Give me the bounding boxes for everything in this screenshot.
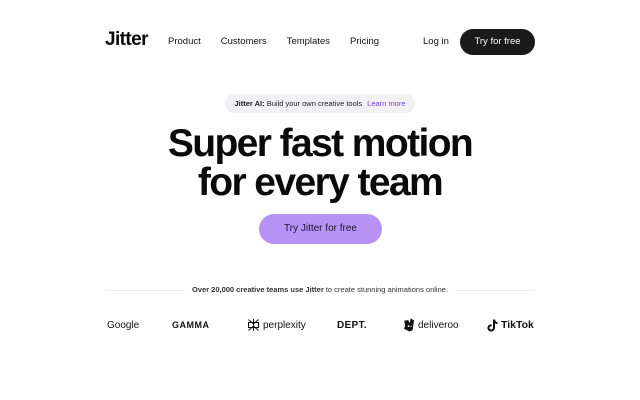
nav-item-templates[interactable]: Templates — [287, 36, 330, 48]
customer-logos: Google GAMMA perplexity DEPT. deliveroo … — [0, 314, 640, 336]
dept-logo: DEPT. — [337, 314, 367, 336]
tiktok-logo-text: TikTok — [501, 319, 534, 331]
hero-headline-line-1: Super fast motion — [167, 122, 474, 165]
login-link[interactable]: Log in — [423, 36, 449, 48]
tiktok-logo: TikTok — [487, 314, 534, 336]
nav-item-product[interactable]: Product — [168, 36, 201, 48]
gamma-logo-text: GAMMA — [172, 320, 210, 330]
hero-headline-line-2: for every team — [197, 161, 444, 204]
gamma-logo: GAMMA — [172, 314, 210, 336]
deliveroo-logo-text: deliveroo — [418, 319, 459, 331]
perplexity-logo-text: perplexity — [263, 319, 306, 331]
announcement-bold: Jitter AI: — [234, 99, 265, 108]
perplexity-logo: perplexity — [247, 314, 306, 336]
top-navigation: Jitter Product Customers Templates Prici… — [0, 0, 640, 84]
nav-menu: Product Customers Templates Pricing — [168, 36, 379, 48]
nav-item-pricing[interactable]: Pricing — [350, 36, 379, 48]
jitter-logo[interactable]: Jitter — [105, 29, 148, 51]
social-proof-bold: Over 20,000 creative teams use Jitter — [191, 285, 324, 294]
dept-logo-text: DEPT. — [337, 319, 367, 331]
google-logo-text: Google — [107, 319, 140, 331]
social-proof-text: Over 20,000 creative teams use Jitter to… — [0, 285, 640, 295]
announcement-pill[interactable]: Jitter AI: Build your own creative tools… — [225, 94, 415, 113]
try-for-free-button[interactable]: Try for free — [460, 29, 535, 55]
deliveroo-icon — [403, 318, 414, 332]
tiktok-icon — [487, 319, 498, 331]
perplexity-icon — [248, 319, 259, 331]
announcement-body: Build your own creative tools — [266, 99, 363, 108]
announcement-text: Jitter AI: Build your own creative tools — [234, 99, 362, 108]
learn-more-link[interactable]: Learn more — [367, 99, 405, 108]
social-proof-body: to create stunning animations online. — [325, 285, 449, 294]
hero-headline: Super fast motion for every team — [0, 124, 640, 202]
deliveroo-logo: deliveroo — [402, 314, 459, 336]
nav-item-customers[interactable]: Customers — [221, 36, 267, 48]
try-jitter-for-free-button[interactable]: Try Jitter for free — [259, 214, 382, 244]
google-logo: Google — [107, 314, 139, 336]
